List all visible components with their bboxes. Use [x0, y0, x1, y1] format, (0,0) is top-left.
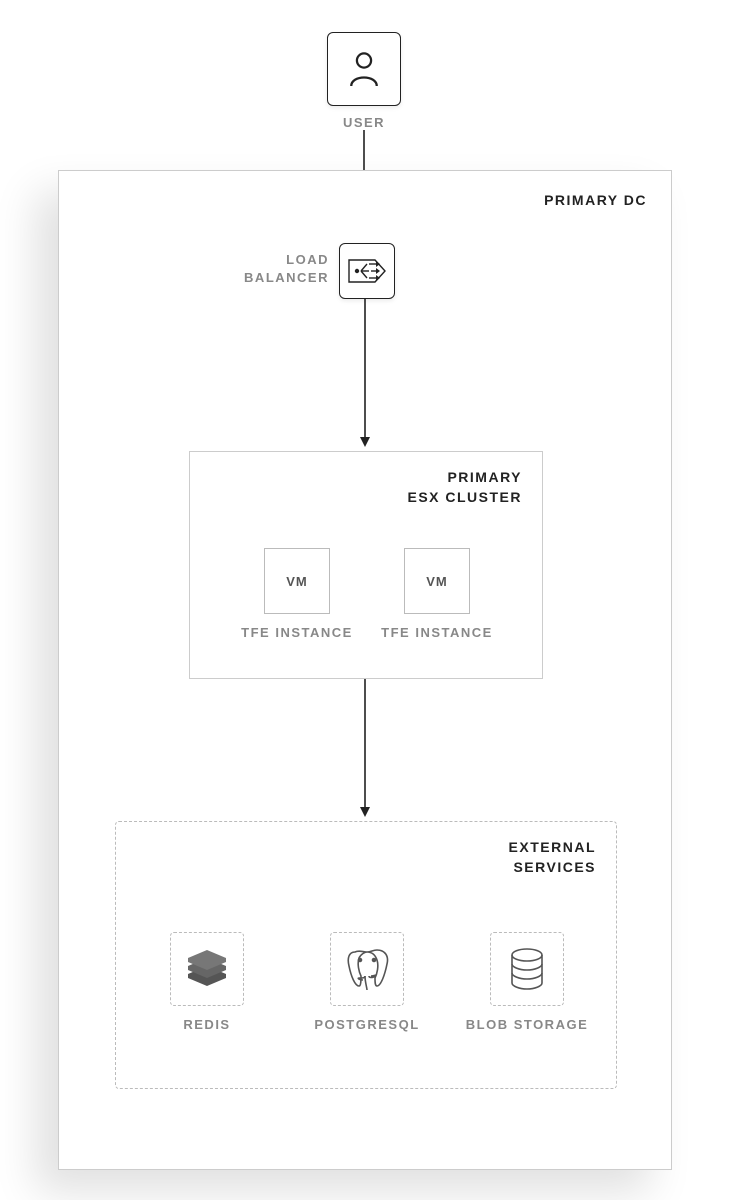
redis-icon-box [170, 932, 244, 1006]
external-services-container: EXTERNAL SERVICES REDIS [115, 821, 617, 1089]
external-services-label: EXTERNAL SERVICES [509, 838, 596, 877]
vm-label-1: TFE INSTANCE [224, 624, 370, 642]
arrow-lb-to-esx [359, 299, 371, 449]
primary-dc-container: PRIMARY DC LOAD BALANCER PRIMARY ESX CLU… [58, 170, 672, 1170]
blob-storage-label: BLOB STORAGE [456, 1016, 598, 1034]
load-balancer-label: LOAD BALANCER [229, 251, 329, 287]
esx-cluster-label: PRIMARY ESX CLUSTER [407, 468, 522, 507]
postgresql-icon-box [330, 932, 404, 1006]
vm-box-1: VM [264, 548, 330, 614]
vm-label-2: TFE INSTANCE [364, 624, 510, 642]
postgresql-label: POSTGRESQL [300, 1016, 434, 1034]
user-icon [347, 50, 381, 88]
primary-dc-label: PRIMARY DC [544, 191, 647, 211]
load-balancer-icon [347, 256, 387, 286]
load-balancer-icon-box [339, 243, 395, 299]
postgresql-icon [345, 946, 389, 992]
user-icon-box [327, 32, 401, 106]
redis-icon [184, 948, 230, 990]
blob-storage-icon [508, 948, 546, 990]
vm-box-2: VM [404, 548, 470, 614]
blob-storage-icon-box [490, 932, 564, 1006]
arrow-esx-to-external [359, 679, 371, 819]
redis-label: REDIS [150, 1016, 264, 1034]
esx-cluster-container: PRIMARY ESX CLUSTER VM TFE INSTANCE VM T… [189, 451, 543, 679]
